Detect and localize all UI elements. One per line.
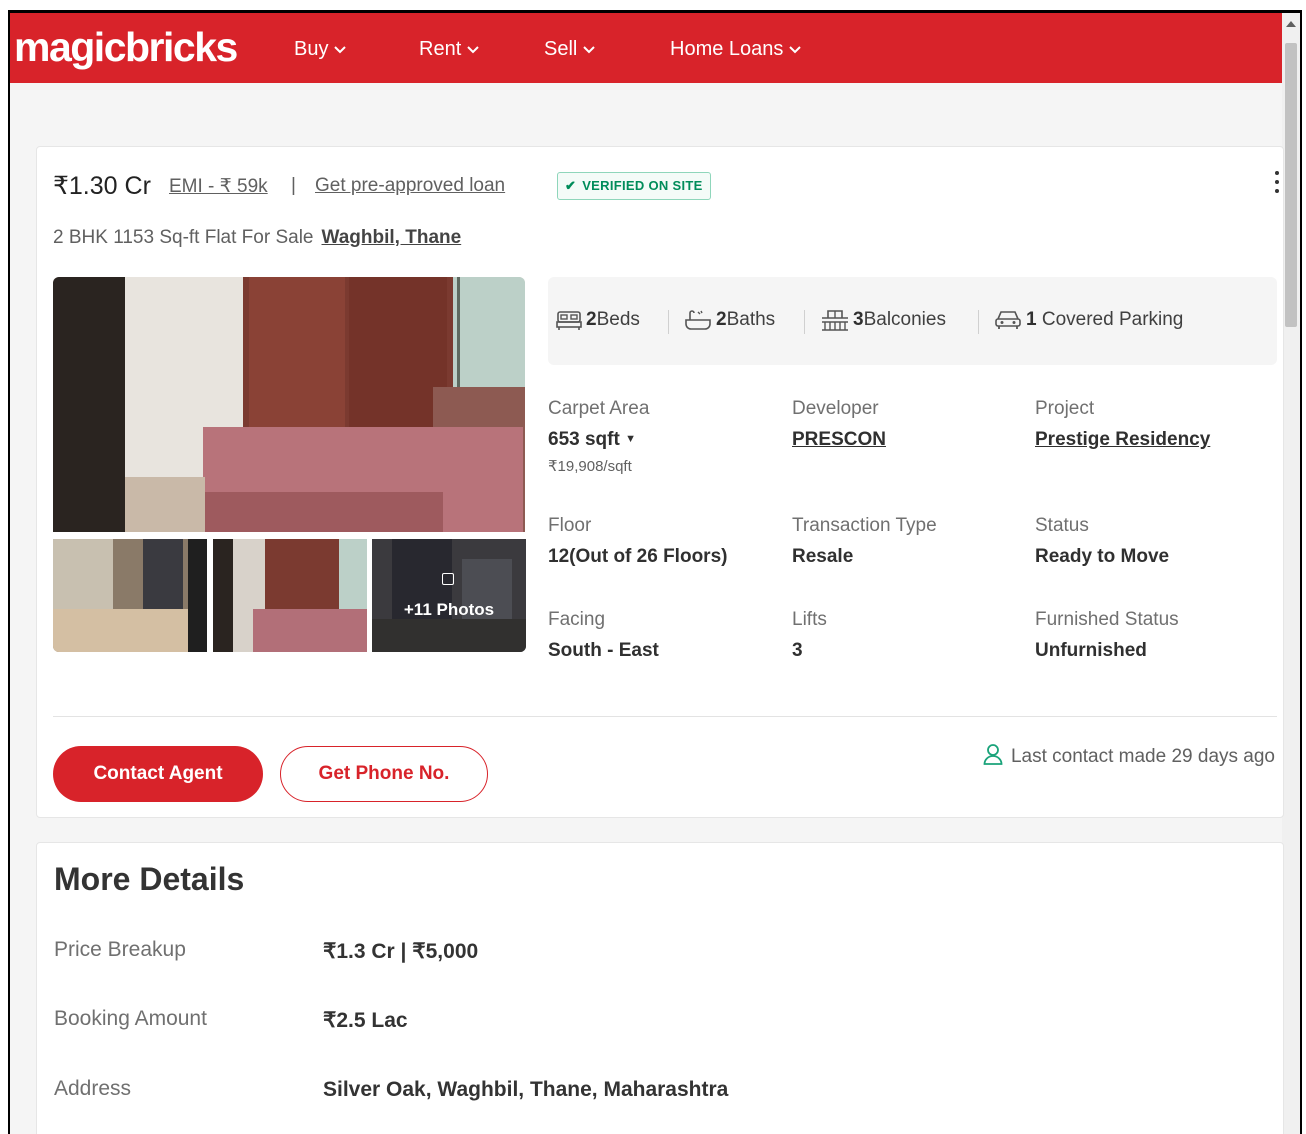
photo-thumbnail[interactable] (53, 539, 207, 652)
more-options-icon[interactable] (1275, 171, 1281, 198)
developer-link[interactable]: PRESCON (792, 429, 886, 451)
price-per-sqft: ₹19,908/sqft (548, 458, 632, 475)
scroll-up-arrow-icon[interactable] (1286, 21, 1296, 27)
bed-icon (556, 311, 582, 330)
more-details-title: More Details (54, 861, 245, 897)
divider (804, 310, 805, 334)
more-photos-label: +11 Photos (403, 600, 495, 619)
floor-value: 12(Out of 26 Floors) (548, 546, 728, 567)
separator: | (291, 175, 296, 196)
property-price: ₹1.30 Cr (53, 172, 151, 200)
chevron-down-icon (583, 46, 596, 54)
chevron-down-icon (789, 46, 802, 54)
property-type-label: 2 BHK 1153 Sq-ft Flat For Sale (53, 227, 314, 248)
image-icon (442, 573, 454, 585)
verified-badge-label: VERIFIED ON SITE (582, 178, 703, 193)
furnished-status-value: Unfurnished (1035, 640, 1147, 661)
address-value: Silver Oak, Waghbil, Thane, Maharashtra (323, 1078, 729, 1101)
nav-rent-label: Rent (419, 38, 462, 60)
project-link[interactable]: Prestige Residency (1035, 429, 1210, 451)
amenity-beds: 2Beds (556, 307, 640, 333)
developer-label: Developer (792, 398, 879, 419)
chevron-down-icon (334, 46, 347, 54)
last-contact-info: Last contact made 29 days ago (983, 743, 1275, 768)
facing-label: Facing (548, 609, 606, 630)
divider (668, 310, 669, 334)
price-breakup-label: Price Breakup (54, 938, 186, 961)
amenity-balconies: 3Balconies (821, 307, 946, 333)
scroll-thumb[interactable] (1285, 43, 1297, 327)
get-phone-button[interactable]: Get Phone No. (280, 746, 488, 802)
transaction-type-value: Resale (792, 546, 854, 567)
emi-link[interactable]: EMI - ₹ 59k (169, 175, 268, 198)
pre-approved-loan-link[interactable]: Get pre-approved loan (315, 175, 505, 197)
carpet-area-value[interactable]: 653 sqft ▼ (548, 429, 636, 451)
nav-sell-label: Sell (544, 38, 578, 60)
furnished-status-label: Furnished Status (1035, 609, 1179, 630)
main-property-photo[interactable] (53, 277, 525, 532)
status-value: Ready to Move (1035, 546, 1170, 567)
last-contact-text: Last contact made 29 days ago (1010, 746, 1275, 767)
price-breakup-value: ₹1.3 Cr | ₹5,000 (323, 940, 479, 963)
amenity-baths: 2Baths (684, 307, 775, 333)
facing-value: South - East (548, 640, 659, 661)
top-navbar: magicbricks Buy Rent Sell Home Loans (10, 13, 1284, 83)
nav-home-loans-label: Home Loans (670, 38, 784, 60)
car-icon (995, 311, 1021, 329)
magicbricks-logo[interactable]: magicbricks (14, 25, 238, 69)
amenity-parking: 1 Covered Parking (994, 307, 1183, 333)
divider (978, 310, 979, 334)
contact-agent-button[interactable]: Contact Agent (53, 746, 263, 802)
chevron-down-icon (467, 46, 479, 54)
property-subtitle: 2 BHK 1153 Sq-ft Flat For Sale Waghbil, T… (53, 227, 461, 249)
beds-count: 2 (586, 309, 597, 330)
status-label: Status (1035, 515, 1089, 536)
photo-thumbnail[interactable] (213, 539, 367, 652)
nav-buy-label: Buy (294, 38, 329, 60)
balcony-icon (822, 310, 848, 331)
checkmark-icon: ✔ (565, 178, 577, 193)
user-icon (983, 744, 1003, 765)
carpet-area-text: 653 sqft (548, 429, 620, 450)
nav-sell[interactable]: Sell (544, 37, 596, 61)
location-link[interactable]: Waghbil, Thane (322, 227, 462, 248)
nav-buy[interactable]: Buy (294, 37, 347, 61)
parking-label: Covered Parking (1041, 309, 1184, 330)
booking-amount-value: ₹2.5 Lac (323, 1009, 408, 1032)
browser-viewport: magicbricks Buy Rent Sell Home Loans ₹1.… (8, 10, 1302, 1134)
caret-down-icon[interactable]: ▼ (625, 433, 636, 445)
lifts-label: Lifts (792, 609, 827, 630)
booking-amount-label: Booking Amount (54, 1007, 207, 1030)
verified-badge: ✔ VERIFIED ON SITE (557, 172, 711, 200)
more-details-card: More Details Price Breakup ₹1.3 Cr | ₹5,… (36, 842, 1284, 1134)
transaction-type-label: Transaction Type (792, 515, 937, 536)
floor-label: Floor (548, 515, 592, 536)
balconies-label: Balconies (863, 309, 946, 330)
amenities-bar: 2Beds 2Baths 3Balconies 1 Covered Parkin… (548, 277, 1277, 365)
more-photos-overlay[interactable]: +11 Photos (372, 539, 526, 652)
vertical-scrollbar[interactable] (1282, 13, 1300, 1134)
parking-count: 1 (1026, 309, 1037, 330)
photo-thumbnail-more[interactable]: +11 Photos (372, 539, 526, 652)
nav-rent[interactable]: Rent (419, 37, 479, 61)
beds-label: Beds (596, 309, 640, 330)
bath-icon (685, 310, 711, 330)
lifts-value: 3 (792, 640, 803, 661)
carpet-area-label: Carpet Area (548, 398, 650, 419)
address-label: Address (54, 1077, 132, 1100)
baths-count: 2 (716, 309, 727, 330)
baths-label: Baths (726, 309, 776, 330)
nav-home-loans[interactable]: Home Loans (670, 37, 802, 61)
project-label: Project (1035, 398, 1095, 419)
balconies-count: 3 (853, 309, 864, 330)
divider (53, 716, 1277, 717)
property-card: ₹1.30 Cr EMI - ₹ 59k | Get pre-approved … (36, 146, 1284, 818)
